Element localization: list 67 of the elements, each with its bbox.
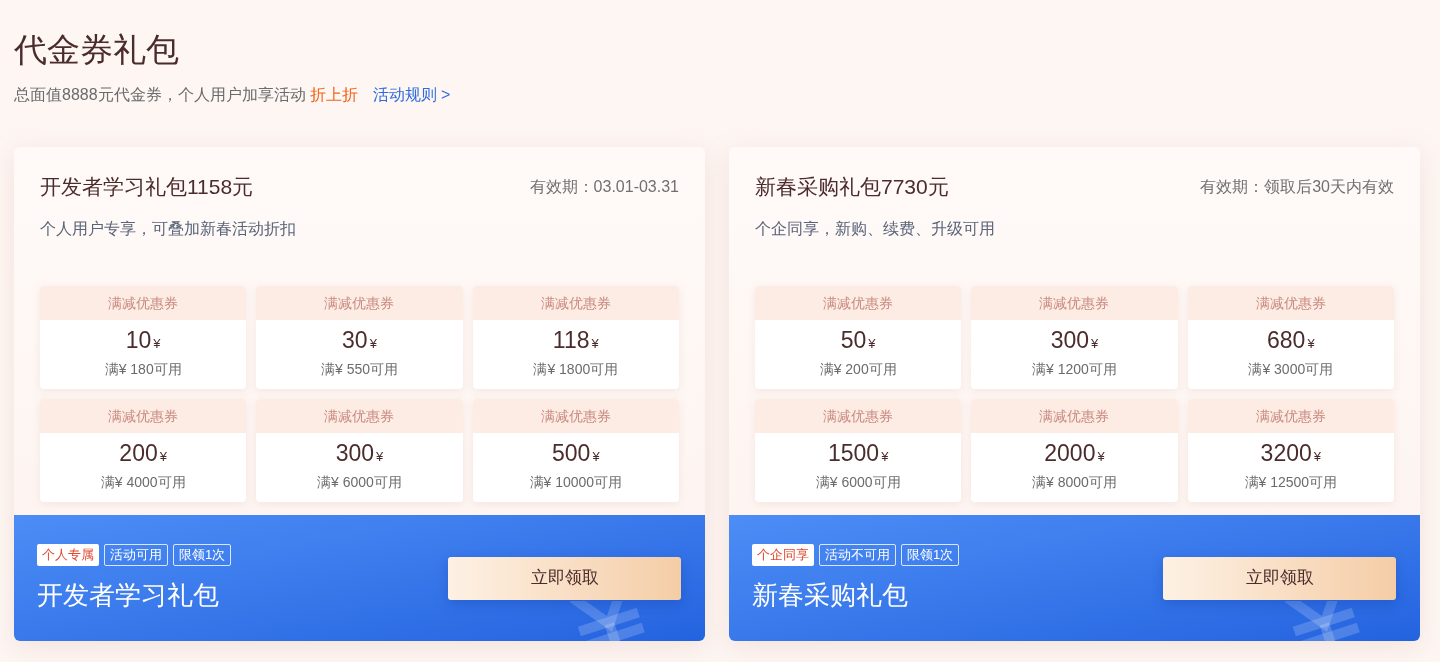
coupon-type-banner: 满减优惠券	[40, 286, 247, 320]
page-title: 代金券礼包	[14, 30, 180, 70]
claim-button[interactable]: 立即领取	[1163, 556, 1396, 600]
coupon-amount: 300	[1050, 326, 1090, 354]
rules-link[interactable]: 活动规则 >	[372, 83, 451, 107]
usage-condition: 满¥ 200可用	[819, 360, 897, 379]
usage-condition: 满¥ 10000可用	[529, 473, 623, 492]
coupon-type-banner: 满减优惠券	[1187, 286, 1394, 320]
currency-symbol: ¥	[1097, 448, 1105, 466]
coupon-type-banner: 满减优惠券	[472, 286, 679, 320]
package-name: 开发者学习礼包	[37, 578, 220, 612]
validity-period: 有效期：03.01-03.31	[529, 177, 679, 197]
coupon-amount: 1500	[827, 439, 880, 467]
tag-label: 限领1次	[173, 543, 232, 566]
currency-symbol: ¥	[1307, 335, 1315, 353]
coupon-type-banner: 满减优惠券	[40, 399, 247, 433]
coupon-amount: 50	[840, 326, 867, 354]
usage-condition: 满¥ 550可用	[320, 360, 398, 379]
usage-condition: 满¥ 12500可用	[1244, 473, 1338, 492]
currency-symbol: ¥	[1091, 335, 1099, 353]
package-description: 个人用户专享，可叠加新春活动折扣	[40, 219, 297, 239]
coupon-type-banner: 满减优惠券	[971, 399, 1178, 433]
usage-condition: 满¥ 3000可用	[1248, 360, 1334, 379]
validity-period: 有效期：领取后30天内有效	[1200, 177, 1394, 197]
usage-condition: 满¥ 6000可用	[317, 473, 402, 492]
currency-symbol: ¥	[159, 448, 167, 466]
claim-button[interactable]: 立即领取	[448, 556, 681, 600]
currency-symbol: ¥	[376, 448, 384, 466]
usage-condition: 满¥ 1200可用	[1032, 360, 1117, 379]
coupon-type-banner: 满减优惠券	[755, 286, 962, 320]
currency-symbol: ¥	[1313, 448, 1321, 466]
coupon-amount: 500	[552, 439, 591, 467]
currency-symbol: ¥	[591, 335, 599, 353]
currency-symbol: ¥	[881, 448, 889, 466]
currency-symbol: ¥	[369, 335, 377, 353]
tag-label: 个企同享	[752, 543, 814, 566]
coupon-amount: 3200	[1260, 439, 1312, 467]
coupon-amount: 200	[119, 439, 158, 467]
coupon-amount: 30	[342, 326, 368, 354]
coupon-amount: 118	[552, 326, 590, 354]
coupon-type-banner: 满减优惠券	[256, 399, 463, 433]
coupon-type-banner: 满减优惠券	[472, 399, 679, 433]
usage-condition: 满¥ 8000可用	[1032, 473, 1117, 492]
currency-symbol: ¥	[592, 448, 600, 466]
usage-condition: 满¥ 180可用	[104, 360, 182, 379]
package-name: 新春采购礼包	[752, 578, 909, 612]
coupon-type-banner: 满减优惠券	[971, 286, 1178, 320]
usage-condition: 满¥ 4000可用	[100, 473, 186, 492]
package-title: 新春采购礼包7730元	[755, 174, 949, 200]
tag-label: 活动可用	[104, 543, 168, 566]
coupon-type-banner: 满减优惠券	[755, 399, 962, 433]
coupon-amount: 10	[125, 326, 152, 354]
currency-symbol: ¥	[153, 335, 161, 353]
coupon-amount: 300	[335, 439, 375, 467]
coupon-amount: 680	[1267, 326, 1306, 354]
coupon-amount: 2000	[1044, 439, 1096, 467]
currency-symbol: ¥	[868, 335, 876, 353]
coupon-type-banner: 满减优惠券	[256, 286, 463, 320]
coupon-type-banner: 满减优惠券	[1187, 399, 1394, 433]
tag-label: 活动不可用	[819, 543, 896, 566]
tag-label: 个人专属	[37, 543, 99, 566]
page-subtitle: 总面值8888元代金券，个人用户加享活动 折上折	[14, 85, 358, 105]
usage-condition: 满¥ 6000可用	[815, 473, 901, 492]
package-title: 开发者学习礼包1158元	[40, 174, 254, 200]
tag-label: 限领1次	[901, 543, 960, 566]
usage-condition: 满¥ 1800可用	[533, 360, 619, 379]
package-description: 个企同享，新购、续费、升级可用	[755, 219, 996, 239]
